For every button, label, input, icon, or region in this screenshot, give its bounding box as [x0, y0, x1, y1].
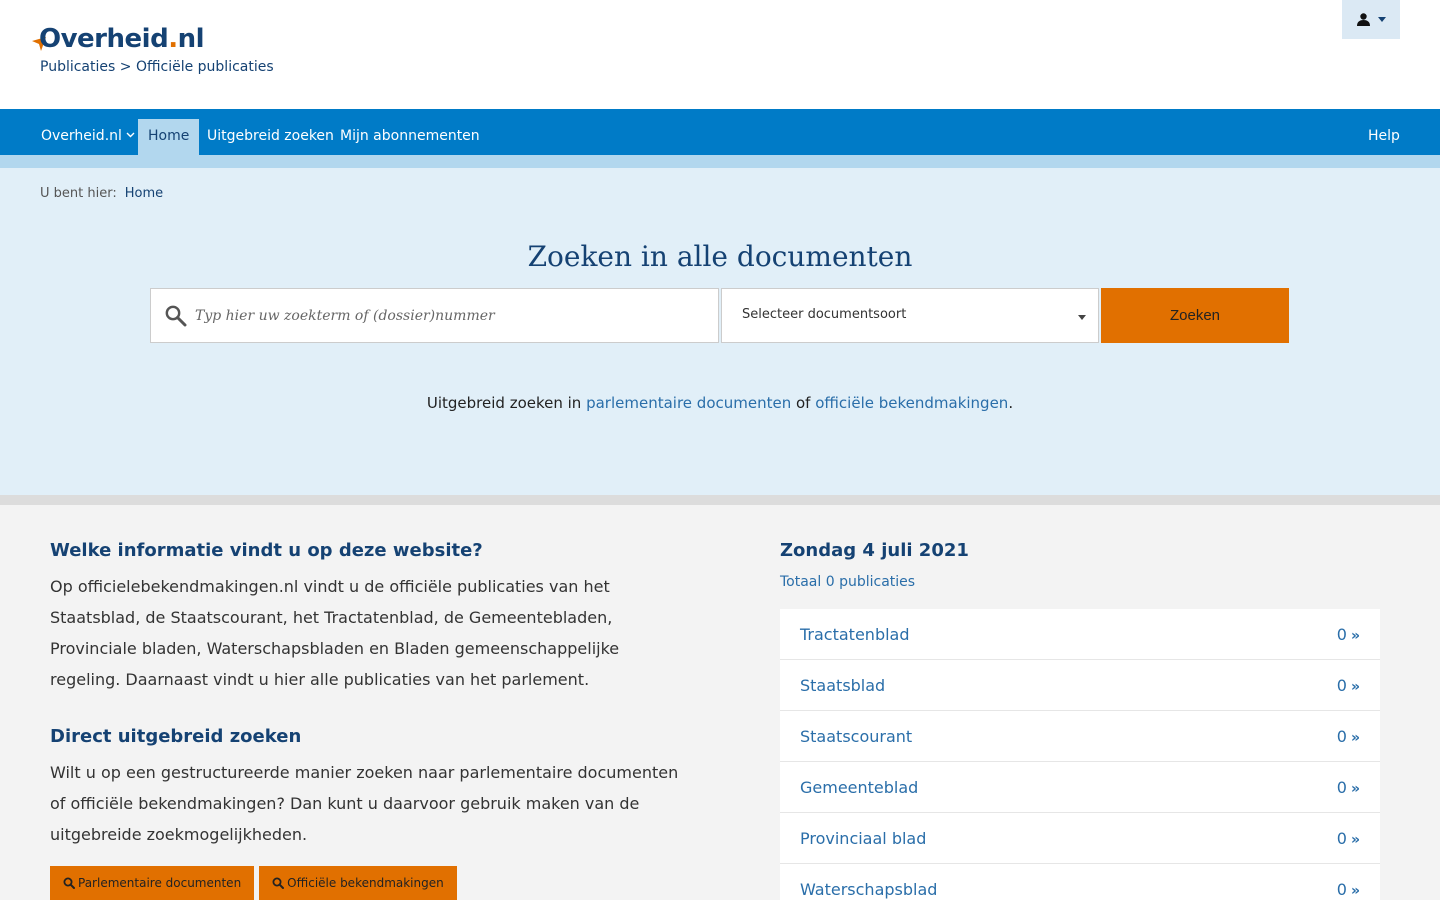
info-heading: Welke informatie vindt u op deze website… — [50, 540, 483, 561]
you-are-here-label: U bent hier: — [40, 186, 117, 201]
info-section: Welke informatie vindt u op deze website… — [50, 540, 680, 850]
officiele-bekendmakingen-label: Officiële bekendmakingen — [287, 876, 444, 890]
info-text: Op officielebekendmakingen.nl vindt u de… — [50, 577, 620, 689]
search-icon — [165, 305, 187, 327]
publication-name: Gemeenteblad — [800, 778, 919, 797]
nav-help[interactable]: Help — [1358, 119, 1410, 155]
nav-home[interactable]: Home — [138, 119, 200, 155]
breadcrumb-separator: > — [119, 59, 132, 75]
advanced-search-links: Uitgebreid zoeken in parlementaire docum… — [0, 394, 1440, 412]
today-publications: Zondag 4 juli 2021 Totaal 0 publicaties … — [780, 540, 1380, 900]
user-icon — [1356, 13, 1370, 26]
publication-item-staatsblad[interactable]: Staatsblad 0» — [780, 660, 1380, 711]
hero-divider — [0, 495, 1440, 505]
link-officiele-bekendmakingen[interactable]: officiële bekendmakingen — [815, 394, 1008, 412]
publication-item-tractatenblad[interactable]: Tractatenblad 0» — [780, 609, 1380, 660]
publication-list: Tractatenblad 0» Staatsblad 0» Staatscou… — [780, 609, 1380, 900]
publication-count: 0» — [1336, 778, 1360, 797]
publication-item-provinciaal-blad[interactable]: Provinciaal blad 0» — [780, 813, 1380, 864]
you-are-here-breadcrumb: U bent hier: Home — [40, 186, 163, 201]
breadcrumb-publicaties[interactable]: Publicaties — [40, 59, 115, 75]
logo-text: Overheid.nl — [39, 24, 205, 54]
document-type-select[interactable]: Selecteer documentsoort — [721, 288, 1099, 343]
double-chevron-right-icon: » — [1350, 883, 1360, 899]
site-header: Overheid.nl Publicaties > Officiële publ… — [0, 0, 1440, 109]
search-input[interactable] — [195, 290, 705, 341]
publication-count: 0» — [1336, 880, 1360, 899]
breadcrumb-home[interactable]: Home — [125, 186, 163, 201]
nav-overheid-dropdown[interactable]: Overheid.nl — [31, 119, 145, 155]
nav-accent-strip — [0, 155, 1440, 168]
double-chevron-right-icon: » — [1350, 781, 1360, 797]
advanced-search-prefix: Uitgebreid zoeken in — [426, 394, 582, 412]
publication-count: 0» — [1336, 676, 1360, 695]
caret-down-icon — [1377, 17, 1386, 22]
search-title: Zoeken in alle documenten — [527, 240, 913, 273]
user-menu-button[interactable] — [1342, 0, 1400, 39]
today-date: Zondag 4 juli 2021 — [780, 540, 969, 561]
breadcrumb-officiele-publicaties[interactable]: Officiële publicaties — [136, 59, 274, 75]
parlementaire-documenten-button[interactable]: Parlementaire documenten — [50, 866, 255, 900]
publication-item-waterschapsblad[interactable]: Waterschapsblad 0» — [780, 864, 1380, 900]
chevron-down-icon — [126, 132, 135, 138]
advanced-search-text: Wilt u op een gestructureerde manier zoe… — [50, 763, 679, 844]
link-parlementaire-documenten[interactable]: parlementaire documenten — [586, 394, 791, 412]
advanced-search-heading: Direct uitgebreid zoeken — [50, 726, 302, 747]
publication-name: Tractatenblad — [800, 625, 910, 644]
officiele-bekendmakingen-button[interactable]: Officiële bekendmakingen — [259, 866, 457, 900]
search-icon — [63, 877, 75, 889]
publication-name: Provinciaal blad — [800, 829, 927, 848]
main-navigation: Overheid.nl Home Uitgebreid zoeken Mijn … — [0, 109, 1440, 155]
advanced-search-of: of — [796, 394, 811, 412]
publication-item-staatscourant[interactable]: Staatscourant 0» — [780, 711, 1380, 762]
total-publications[interactable]: Totaal 0 publicaties — [780, 574, 1380, 590]
nav-uitgebreid-zoeken[interactable]: Uitgebreid zoeken — [197, 119, 344, 155]
caret-down-icon — [1078, 315, 1086, 320]
advanced-search-buttons: Parlementaire documenten Officiële beken… — [50, 866, 457, 900]
publication-name: Staatsblad — [800, 676, 886, 695]
double-chevron-right-icon: » — [1350, 679, 1360, 695]
search-button[interactable]: Zoeken — [1101, 288, 1289, 343]
nav-mijn-abonnementen[interactable]: Mijn abonnementen — [330, 119, 490, 155]
document-type-selected: Selecteer documentsoort — [742, 307, 907, 322]
header-breadcrumb: Publicaties > Officiële publicaties — [40, 59, 274, 75]
publication-count: 0» — [1336, 727, 1360, 746]
nav-overheid-label: Overheid.nl — [41, 128, 122, 144]
publication-item-gemeenteblad[interactable]: Gemeenteblad 0» — [780, 762, 1380, 813]
publication-name: Staatscourant — [800, 727, 913, 746]
search-icon — [272, 877, 285, 889]
search-hero: U bent hier: Home Zoeken in alle document… — [0, 168, 1440, 495]
search-field-wrapper — [150, 288, 719, 343]
advanced-search-suffix: . — [1008, 394, 1014, 412]
publication-count: 0» — [1336, 829, 1360, 848]
double-chevron-right-icon: » — [1350, 832, 1360, 848]
parlementaire-documenten-label: Parlementaire documenten — [78, 876, 242, 890]
publication-name: Waterschapsblad — [800, 880, 938, 899]
publication-count: 0» — [1336, 625, 1360, 644]
double-chevron-right-icon: » — [1350, 628, 1360, 644]
double-chevron-right-icon: » — [1350, 730, 1360, 746]
